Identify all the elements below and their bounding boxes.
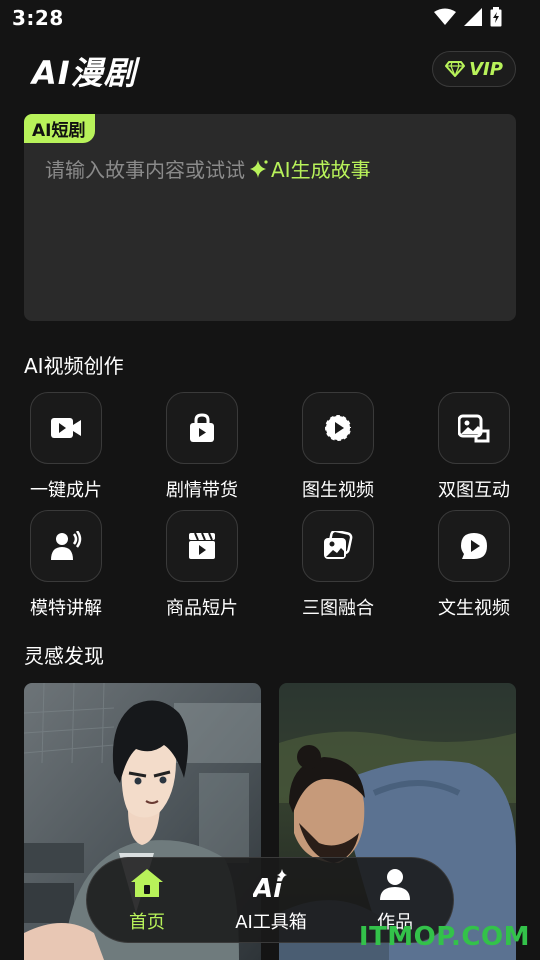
tool-image-to-video[interactable]: 图生视频 (278, 392, 398, 510)
nav-home-label: 首页 (129, 912, 165, 933)
tool-label: 文生视频 (438, 598, 510, 619)
wifi-icon (434, 8, 456, 25)
image-to-video-icon (302, 392, 374, 464)
watermark: ITMOP.COM (358, 922, 530, 952)
sparkle-icon (250, 159, 268, 178)
story-input-placeholder[interactable]: 请输入故事内容或试试 AI生成故事 (45, 154, 371, 183)
home-icon (87, 868, 207, 898)
clapperboard-icon (166, 510, 238, 582)
tool-one-click-video[interactable]: 一键成片 (6, 392, 126, 510)
dual-image-icon (438, 392, 510, 464)
tool-three-image-merge[interactable]: 三图融合 (278, 510, 398, 628)
video-creation-title: AI视频创作 (24, 354, 124, 378)
tool-label: 三图融合 (302, 598, 374, 619)
placeholder-text: 请输入故事内容或试试 (45, 158, 245, 182)
tool-label: 商品短片 (166, 598, 238, 619)
ai-toolbox-icon: Ai (211, 868, 331, 900)
tool-label: 图生视频 (302, 480, 374, 501)
discover-title: 灵感发现 (24, 644, 104, 668)
vip-button[interactable]: VIP (432, 51, 516, 87)
image-merge-icon (302, 510, 374, 582)
tool-dual-image[interactable]: 双图互动 (414, 392, 534, 510)
story-input-card[interactable]: AI短剧 请输入故事内容或试试 AI生成故事 (24, 114, 516, 321)
tool-story-selling[interactable]: 剧情带货 (142, 392, 262, 510)
ai-generate-story-link[interactable]: AI生成故事 (249, 154, 371, 183)
tool-label: 模特讲解 (30, 598, 102, 619)
shopping-bag-icon (166, 392, 238, 464)
svg-text:Ai: Ai (253, 874, 283, 900)
speaker-person-icon (30, 510, 102, 582)
nav-ai-toolbox[interactable]: Ai AI工具箱 (211, 858, 331, 944)
app-title: AI漫剧 (32, 54, 137, 92)
person-icon (335, 868, 455, 900)
tool-label: 双图互动 (438, 480, 510, 501)
nav-home[interactable]: 首页 (87, 858, 207, 944)
battery-icon (490, 7, 502, 27)
tool-product-short[interactable]: 商品短片 (142, 510, 262, 628)
tool-label: 剧情带货 (166, 480, 238, 501)
app-screen: 3:28 AI漫剧 VIP AI短剧 请输入故事内容或试试 AI生成故事 AI视… (0, 0, 540, 960)
tool-label: 一键成片 (30, 480, 102, 501)
ai-generate-story-label: AI生成故事 (271, 158, 371, 182)
diamond-icon (445, 61, 466, 77)
tool-model-explain[interactable]: 模特讲解 (6, 510, 126, 628)
tool-text-to-video[interactable]: 文生视频 (414, 510, 534, 628)
video-camera-icon (30, 392, 102, 464)
ai-short-drama-tag: AI短剧 (24, 114, 96, 143)
cellular-signal-icon (464, 8, 482, 26)
status-bar: 3:28 (0, 0, 540, 36)
vip-label: VIP (469, 58, 503, 80)
nav-ai-toolbox-label: AI工具箱 (235, 912, 307, 933)
status-time: 3:28 (12, 6, 64, 30)
text-to-video-icon (438, 510, 510, 582)
status-icons (434, 7, 502, 27)
